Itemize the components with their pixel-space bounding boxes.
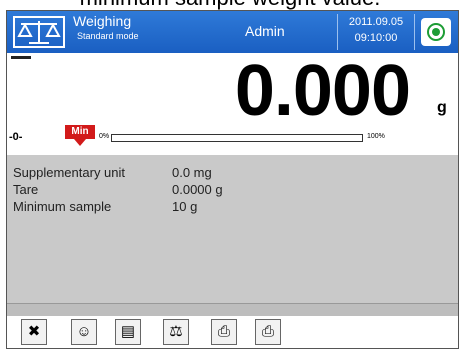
info-label-min-sample: Minimum sample: [13, 199, 112, 214]
min-flag-label: Min: [65, 125, 95, 139]
user-icon[interactable]: ☺: [71, 319, 97, 345]
status-bar: Weighing Standard mode Admin 2011.09.05 …: [7, 11, 458, 53]
time-label: 09:10:00: [354, 32, 398, 44]
stability-icon: [11, 56, 31, 59]
balance-screen: Weighing Standard mode Admin 2011.09.05 …: [6, 10, 459, 349]
info-value-min-sample: 10 g: [172, 199, 198, 214]
screen-title: Weighing: [73, 13, 132, 29]
info-panel: Supplementary unit 0.0 mg Tare 0.0000 g …: [7, 155, 458, 303]
min-sample-flag: Min: [65, 125, 95, 147]
bar-start-label: 0%: [99, 133, 110, 140]
weight-unit[interactable]: g: [437, 99, 447, 117]
date-label: 2011.09.05: [348, 16, 404, 28]
info-label-tare: Tare: [13, 182, 39, 197]
function-toolbar: ✖ ☺ ▤ ⚖ ⎙ ⎙: [7, 316, 458, 348]
weights-icon[interactable]: ⚖: [163, 319, 189, 345]
zero-indicator: -0-: [9, 131, 23, 143]
printer-header-icon[interactable]: ⎙: [255, 319, 281, 345]
level-indicator-icon[interactable]: [421, 18, 451, 46]
info-value-supplementary: 0.0 mg: [172, 165, 212, 180]
min-flag-pointer-icon: [74, 139, 86, 146]
level-bubble: [432, 28, 440, 36]
caption-text: minimum sample weight value.: [0, 0, 460, 10]
bar-end-label: 100%: [367, 133, 385, 140]
status-strip: [7, 303, 458, 316]
printer-icon[interactable]: ⎙: [211, 319, 237, 345]
info-label-supplementary: Supplementary unit: [13, 165, 126, 180]
tools-icon[interactable]: ✖: [21, 319, 47, 345]
balance-logo-icon: [13, 16, 65, 48]
capacity-bar: [111, 134, 363, 142]
document-icon[interactable]: ▤: [115, 319, 141, 345]
date-time-box: 2011.09.05 09:10:00: [337, 14, 415, 50]
weight-reading: 0.000: [234, 51, 411, 131]
title-block: Weighing Standard mode: [73, 13, 139, 43]
user-name[interactable]: Admin: [245, 23, 285, 39]
weighing-display: 0.000 g -0- Min 0% 100%: [7, 51, 458, 155]
mode-label: Standard mode: [77, 31, 139, 41]
info-value-tare: 0.0000 g: [172, 182, 223, 197]
